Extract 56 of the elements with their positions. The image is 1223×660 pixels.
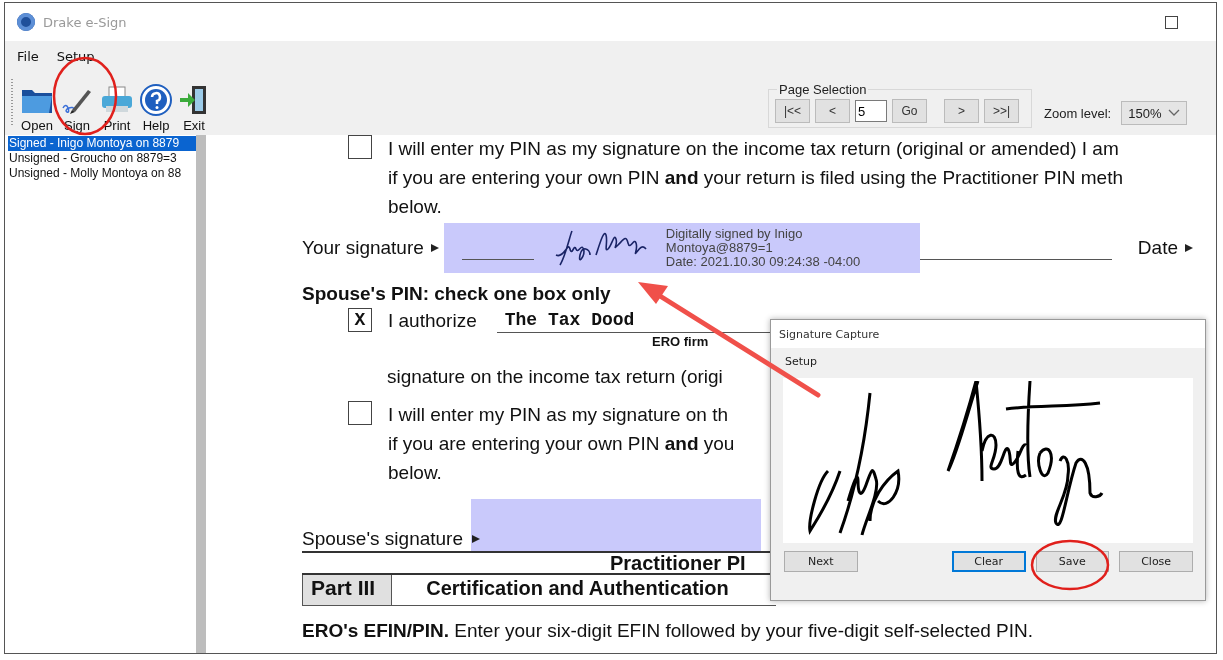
- page-number-field[interactable]: 5: [855, 100, 887, 122]
- dialog-button[interactable]: Close: [1119, 551, 1193, 572]
- pointer-icon: [471, 534, 481, 544]
- digital-signature-text: Date: 2021.10.30 09:24:38 -04:00: [665, 255, 861, 269]
- date-label: Date: [1137, 237, 1178, 259]
- section-heading: Practitioner PI: [610, 553, 746, 573]
- previous-page-button[interactable]: <: [815, 99, 850, 123]
- next-page-button[interactable]: >: [944, 99, 979, 123]
- form-text: below.: [388, 195, 443, 219]
- checkbox[interactable]: [348, 135, 372, 159]
- document-list-item[interactable]: Unsigned - Groucho on 8879=3: [8, 151, 196, 166]
- form-text: if you are entering your own PIN and you: [388, 432, 735, 456]
- scrollbar[interactable]: [196, 135, 206, 653]
- part-title: Certification and Authentication: [425, 576, 729, 601]
- form-text: if you are entering your own PIN and your return is filed using the Practitioner PIN meth: [388, 166, 1123, 190]
- menu-item[interactable]: File: [17, 48, 39, 64]
- toolbar-button[interactable]: Open: [17, 84, 57, 133]
- dialog-button[interactable]: Save: [1035, 551, 1110, 572]
- toolbar-button[interactable]: Exit: [175, 84, 213, 133]
- pointer-icon: [1184, 243, 1194, 253]
- pointer-icon: [429, 243, 440, 253]
- form-text: I authorize: [388, 309, 477, 333]
- form-text: ERO's EFIN/PIN. Enter your six-digit EFIN followed by your five-digit self-selected PIN.: [302, 619, 1034, 643]
- checkbox[interactable]: [348, 401, 372, 425]
- go-button[interactable]: Go: [892, 99, 927, 123]
- dialog-title: Signature Capture: [771, 320, 1205, 348]
- dialog-button[interactable]: Clear: [951, 551, 1026, 572]
- digital-signature-text: Digitally signed by Inigo: [665, 227, 804, 241]
- form-text: I will enter my PIN as my signature on th: [388, 403, 729, 427]
- dialog-button[interactable]: Next: [784, 551, 858, 572]
- digital-signature-text: Montoya@8879=1: [665, 241, 774, 255]
- toolbar-button[interactable]: Sign: [57, 84, 97, 133]
- last-page-button[interactable]: >>|: [984, 99, 1019, 123]
- signature-field[interactable]: Digitally signed by Inigo Montoya@8879=1 Date: 2021.10.30 09:24:38 -04:00: [443, 223, 920, 273]
- group-title: Page Selection: [778, 82, 868, 97]
- form-text: I will enter my PIN as my signature on the income tax return (original or amended) I am: [388, 137, 1120, 161]
- signature-field[interactable]: [471, 499, 761, 551]
- part-label: Part III: [302, 575, 393, 605]
- signature-label: Spouse's signature: [302, 527, 463, 551]
- window-title: Drake e-Sign: [43, 14, 127, 30]
- chevron-down-icon: [1168, 109, 1181, 117]
- help-icon: [140, 84, 172, 116]
- first-page-button[interactable]: |<<: [775, 99, 810, 123]
- document-list-item[interactable]: Signed - Inigo Montoya on 8879: [8, 136, 196, 151]
- menu-item[interactable]: Setup: [785, 354, 818, 368]
- toolbar-button[interactable]: Help: [137, 84, 175, 133]
- document-list-item[interactable]: Unsigned - Molly Montoya on 88: [8, 166, 196, 181]
- maximize-icon[interactable]: [1165, 15, 1178, 29]
- zoom-dropdown[interactable]: 150%: [1121, 101, 1188, 125]
- section-heading: Spouse's PIN: check one box only: [302, 282, 612, 306]
- form-text: below.: [388, 461, 443, 485]
- zoom-label: Zoom level:: [1044, 105, 1112, 121]
- field-caption: ERO firm: [652, 334, 709, 350]
- app-logo-icon: [17, 13, 35, 31]
- checkbox[interactable]: X: [348, 308, 372, 332]
- signature-label: Your signature: [302, 237, 424, 259]
